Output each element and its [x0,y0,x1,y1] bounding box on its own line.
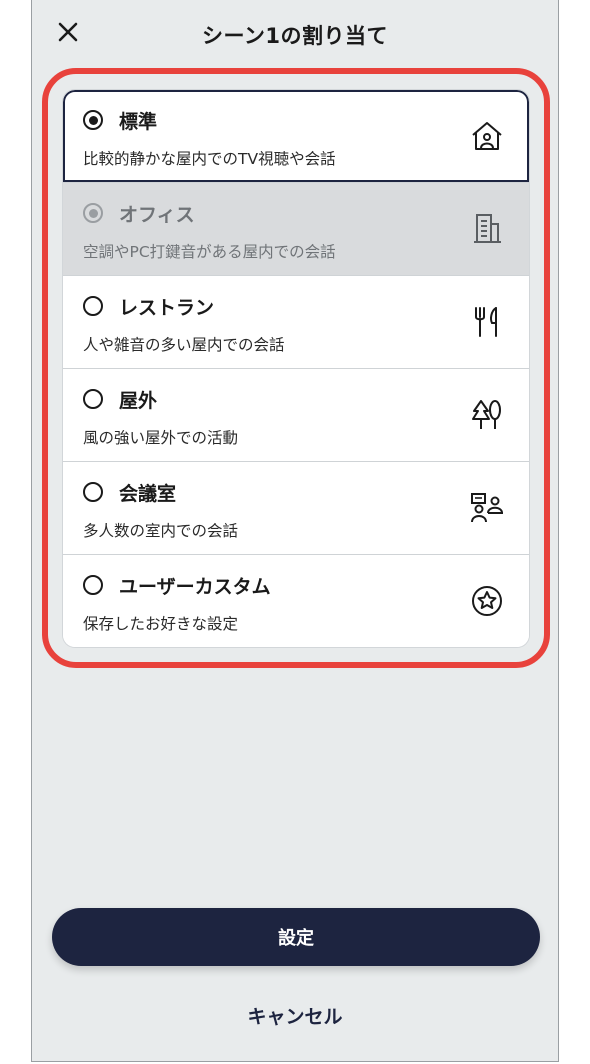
option-office[interactable]: オフィス 空調やPC打鍵音がある屋内での会話 [63,182,529,275]
option-description: 保存したお好きな設定 [83,615,239,633]
option-meeting-room[interactable]: 会議室 多人数の室内での会話 [63,461,529,554]
option-standard[interactable]: 標準 比較的静かな屋内でのTV視聴や会話 [63,90,529,182]
option-user-custom[interactable]: ユーザーカスタム 保存したお好きな設定 [63,554,529,647]
header: シーン1の割り当て [32,0,558,70]
radio-button[interactable] [83,482,103,502]
phone-screen: シーン1の割り当て 標準 比較的静かな屋内でのTV視聴や会話 オフィス 空調やP… [31,0,559,1062]
radio-button[interactable] [83,296,103,316]
option-title: ユーザーカスタム [119,576,271,598]
fork-knife-icon [467,304,507,340]
option-title: 標準 [119,111,158,133]
house-icon [467,118,507,154]
option-title: レストラン [119,297,215,319]
option-outdoor[interactable]: 屋外 風の強い屋外での活動 [63,368,529,461]
star-circle-icon [467,583,507,619]
cancel-button[interactable]: キャンセル [32,1002,558,1029]
page-title: シーン1の割り当て [201,24,389,48]
trees-icon [467,397,507,433]
option-restaurant[interactable]: レストラン 人や雑音の多い屋内での会話 [63,275,529,368]
radio-button[interactable] [83,575,103,595]
option-description: 多人数の室内での会話 [83,522,239,540]
radio-button[interactable] [83,389,103,409]
option-description: 風の強い屋外での活動 [83,429,239,447]
meeting-people-icon [467,490,507,526]
radio-button[interactable] [83,203,103,223]
option-description: 空調やPC打鍵音がある屋内での会話 [83,243,336,261]
option-description: 比較的静かな屋内でのTV視聴や会話 [83,150,336,168]
option-title: 会議室 [119,483,177,505]
radio-button[interactable] [83,110,103,130]
office-building-icon [467,211,507,247]
option-title: オフィス [119,204,195,226]
option-title: 屋外 [119,390,158,412]
set-button[interactable]: 設定 [52,908,540,966]
option-description: 人や雑音の多い屋内での会話 [83,336,285,354]
scene-option-list: 標準 比較的静かな屋内でのTV視聴や会話 オフィス 空調やPC打鍵音がある屋内で… [63,90,529,647]
